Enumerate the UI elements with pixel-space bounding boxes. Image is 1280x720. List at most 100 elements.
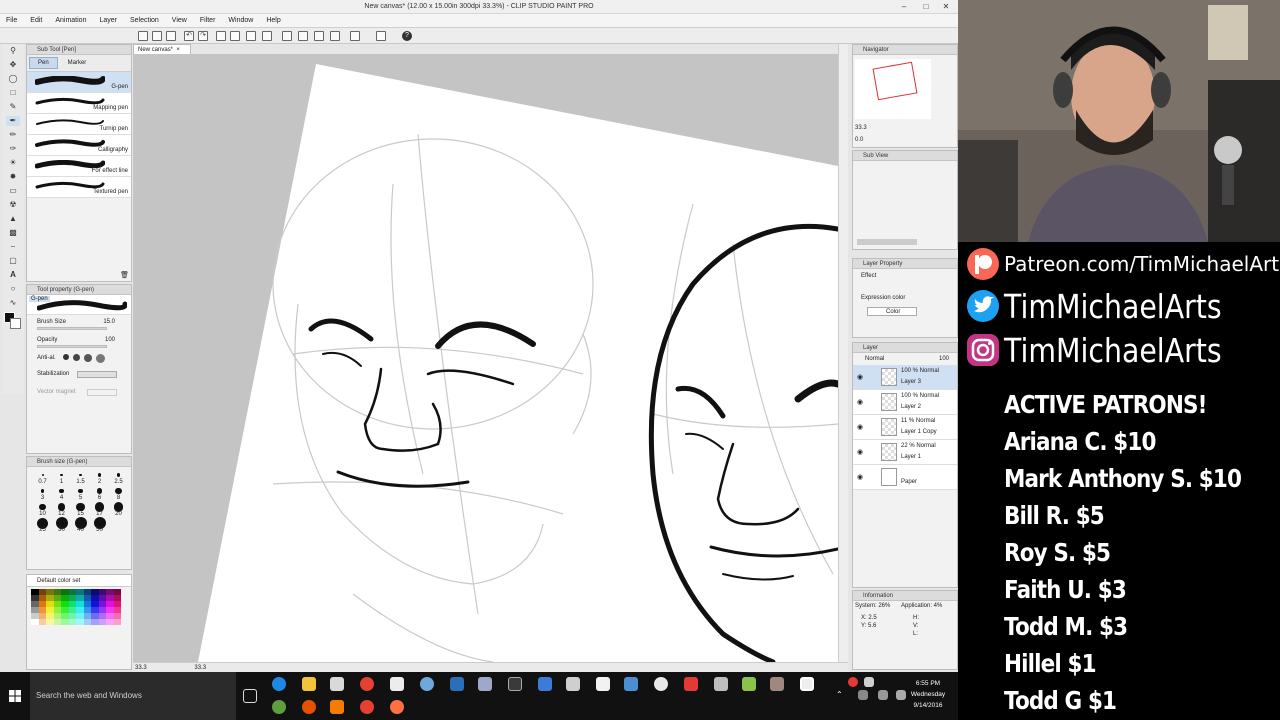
gradient-tool-icon[interactable]: ▩: [6, 228, 20, 238]
color-swatch[interactable]: [53, 619, 61, 625]
minimize-icon[interactable]: –: [894, 0, 914, 14]
brush-size-preset[interactable]: 8: [109, 487, 128, 501]
eyedropper-tool-icon[interactable]: ✎: [6, 102, 20, 112]
subtool-brush-item[interactable]: Textured pen: [27, 177, 131, 198]
layer-row[interactable]: ◉ Paper: [853, 465, 957, 490]
move-tool-icon[interactable]: ✥: [6, 60, 20, 70]
menu-help[interactable]: Help: [266, 17, 280, 24]
tray-app-icon[interactable]: [864, 677, 874, 687]
tray-record-icon[interactable]: [848, 677, 858, 687]
brush-size-value[interactable]: 15.0: [103, 319, 115, 325]
brush-size-preset[interactable]: 15: [71, 502, 90, 517]
blend-tool-icon[interactable]: ☢: [6, 200, 20, 210]
brush-size-preset[interactable]: 12: [52, 503, 71, 517]
color-swatch[interactable]: [113, 619, 121, 625]
brush-size-preset[interactable]: 1: [52, 471, 71, 485]
app-icon-i[interactable]: [684, 677, 698, 691]
chrome-icon-2[interactable]: [360, 700, 374, 714]
tab-marker[interactable]: Marker: [60, 58, 95, 68]
document-tab[interactable]: New canvas* ×: [133, 44, 191, 54]
brush-size-preset[interactable]: 25: [33, 517, 52, 533]
brush-size-preset[interactable]: 5: [71, 487, 90, 501]
subtool-brush-item[interactable]: Mapping pen: [27, 93, 131, 114]
navigator-preview[interactable]: [855, 59, 931, 119]
acrobat-icon[interactable]: [330, 677, 344, 691]
brush-size-slider[interactable]: [37, 327, 107, 330]
app-icon-e[interactable]: [566, 677, 580, 691]
color-swatch[interactable]: [31, 619, 39, 625]
brush-tool-icon[interactable]: ✑: [6, 144, 20, 154]
subtool-brush-item[interactable]: Calligraphy: [27, 135, 131, 156]
brush-size-preset[interactable]: 50: [90, 517, 109, 533]
color-swatches[interactable]: [4, 312, 22, 332]
redo-icon[interactable]: ↷: [198, 31, 208, 41]
close-icon[interactable]: ✕: [936, 0, 956, 14]
brush-size-preset[interactable]: 3: [33, 487, 52, 501]
deselect-icon[interactable]: [216, 31, 226, 41]
color-swatch[interactable]: [106, 619, 114, 625]
navigator-angle[interactable]: 0.0: [855, 137, 863, 143]
decoration-tool-icon[interactable]: ✸: [6, 172, 20, 182]
menu-window[interactable]: Window: [228, 17, 253, 24]
layer-visibility-eye-icon[interactable]: ◉: [857, 373, 863, 381]
antialias-options[interactable]: [63, 354, 105, 363]
tab-pen[interactable]: Pen: [29, 57, 58, 69]
color-swatch[interactable]: [76, 619, 84, 625]
app-icon-j[interactable]: [714, 677, 728, 691]
brush-size-preset[interactable]: 0.7: [33, 471, 52, 485]
undo-icon[interactable]: ↶: [184, 31, 194, 41]
brush-size-preset[interactable]: 30: [52, 517, 71, 533]
maximize-icon[interactable]: □: [916, 0, 936, 14]
menu-edit[interactable]: Edit: [30, 17, 42, 24]
taskbar-clock[interactable]: 6:55 PM Wednesday 9/14/2016: [906, 678, 950, 711]
stabilization-slider[interactable]: [77, 371, 117, 378]
color-swatch[interactable]: [61, 619, 69, 625]
pencil-tool-icon[interactable]: ✏: [6, 130, 20, 140]
chrome-icon[interactable]: [360, 677, 374, 691]
layer-visibility-eye-icon[interactable]: ◉: [857, 423, 863, 431]
canvas-vertical-scrollbar[interactable]: [838, 44, 848, 662]
tray-chevron-icon[interactable]: ⌃: [836, 690, 846, 700]
help-icon[interactable]: ?: [402, 31, 412, 41]
canvas-rotation-readout[interactable]: 33.3: [194, 665, 206, 671]
app-icon-o[interactable]: [390, 700, 404, 714]
color-swatch[interactable]: [46, 619, 54, 625]
app-icon-m2[interactable]: [272, 700, 286, 714]
selection-tool-icon[interactable]: □: [6, 88, 20, 98]
opacity-value[interactable]: 100: [105, 337, 115, 343]
airbrush-tool-icon[interactable]: ☀: [6, 158, 20, 168]
save-icon[interactable]: [166, 31, 176, 41]
zoom-tool-icon[interactable]: ⚲: [6, 46, 20, 56]
app-icon-b[interactable]: [450, 677, 464, 691]
snap-icon[interactable]: [350, 31, 360, 41]
layer-row[interactable]: ◉ 22 % Normal Layer 1: [853, 440, 957, 465]
file-explorer-icon[interactable]: [302, 677, 316, 691]
layer-visibility-eye-icon[interactable]: ◉: [857, 448, 863, 456]
app-icon-f[interactable]: [596, 677, 610, 691]
opacity-slider[interactable]: [37, 345, 107, 348]
clip-studio-taskbar-icon[interactable]: [800, 677, 814, 691]
document-tab-close-icon[interactable]: ×: [176, 47, 180, 53]
color-swatch[interactable]: [68, 619, 76, 625]
app-icon-m[interactable]: [478, 677, 492, 691]
app-icon-c[interactable]: [508, 677, 522, 691]
subtool-brush-item[interactable]: Turnip pen: [27, 114, 131, 135]
start-button[interactable]: [0, 672, 30, 720]
menu-animation[interactable]: Animation: [55, 17, 86, 24]
layer-visibility-eye-icon[interactable]: ◉: [857, 398, 863, 406]
expression-color-dropdown[interactable]: Color: [867, 307, 917, 316]
layer-row[interactable]: ◉ 100 % Normal Layer 3: [853, 365, 957, 390]
volume-icon[interactable]: [878, 690, 888, 700]
app-icon-g[interactable]: [624, 677, 638, 691]
canvas-area[interactable]: [133, 54, 838, 662]
menu-selection[interactable]: Selection: [130, 17, 159, 24]
brush-size-preset[interactable]: 10: [33, 503, 52, 517]
layer-row[interactable]: ◉ 100 % Normal Layer 2: [853, 390, 957, 415]
menu-layer[interactable]: Layer: [99, 17, 117, 24]
subtool-brush-item[interactable]: For effect line: [27, 156, 131, 177]
clear-icon[interactable]: [282, 31, 292, 41]
balloon-tool-icon[interactable]: ○: [6, 284, 20, 294]
eraser-tool-icon[interactable]: ▭: [6, 186, 20, 196]
color-palette[interactable]: [31, 589, 121, 625]
brush-size-preset[interactable]: 17: [90, 502, 109, 517]
